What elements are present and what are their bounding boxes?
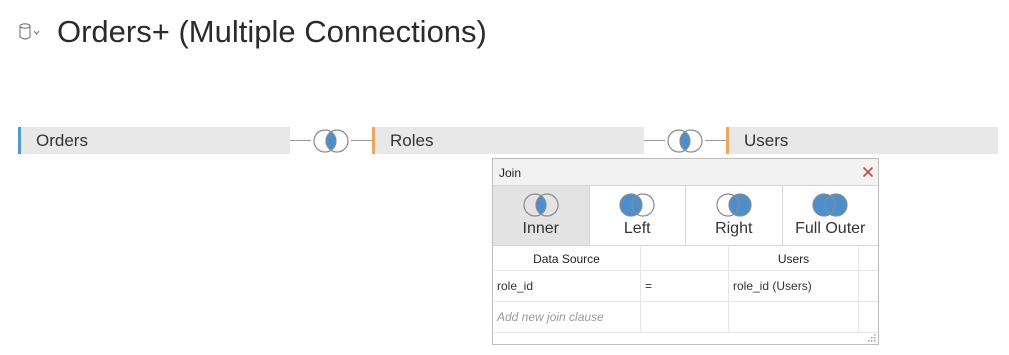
table-pill-orders[interactable]: Orders <box>18 127 290 154</box>
inner-join-icon[interactable] <box>665 127 705 155</box>
join-dialog-title: Join <box>499 166 522 180</box>
empty-cell <box>729 302 859 332</box>
add-join-clause-row[interactable]: Add new join clause <box>493 302 878 333</box>
join-type-selector: Inner Left Right Full Outer <box>493 186 878 246</box>
add-join-clause-input[interactable]: Add new join clause <box>493 302 641 332</box>
inner-join-icon[interactable] <box>311 127 351 155</box>
table-pill-users[interactable]: Users <box>726 127 998 154</box>
join-clause-row[interactable]: role_id = role_id (Users) <box>493 271 878 302</box>
join-type-left[interactable]: Left <box>590 186 686 245</box>
join-type-label: Left <box>623 220 651 237</box>
column-header-spacer <box>859 247 878 270</box>
database-icon[interactable] <box>19 22 43 42</box>
empty-cell <box>641 302 729 332</box>
resize-grip-icon[interactable] <box>867 333 877 343</box>
left-join-icon <box>619 193 655 217</box>
join-type-right[interactable]: Right <box>686 186 783 245</box>
clause-header-row: Data Source Users <box>493 247 878 271</box>
empty-cell <box>859 302 878 332</box>
full-outer-join-icon <box>812 193 848 217</box>
right-join-icon <box>716 193 752 217</box>
join-type-label: Full Outer <box>795 220 866 237</box>
join-dialog: Join Inner Left Right Full Outer Data So… <box>492 158 879 345</box>
join-type-label: Right <box>715 220 753 237</box>
join-dialog-header: Join <box>493 159 878 186</box>
table-pill-roles[interactable]: Roles <box>372 127 644 154</box>
join-type-inner[interactable]: Inner <box>493 186 590 245</box>
join-type-full-outer[interactable]: Full Outer <box>783 186 879 245</box>
join-clause-grid: Data Source Users role_id = role_id (Use… <box>493 247 878 333</box>
clause-left-field[interactable]: role_id <box>493 271 641 301</box>
inner-join-icon <box>523 193 559 217</box>
join-type-label: Inner <box>522 220 559 237</box>
column-header-operator <box>641 247 729 270</box>
clause-operator[interactable]: = <box>641 271 729 301</box>
clause-right-field[interactable]: role_id (Users) <box>729 271 859 301</box>
page-title[interactable]: Orders+ (Multiple Connections) <box>57 13 487 51</box>
clause-row-spacer <box>859 271 878 301</box>
close-icon[interactable] <box>862 166 874 178</box>
column-header-users[interactable]: Users <box>729 247 859 270</box>
column-header-data-source[interactable]: Data Source <box>493 247 641 270</box>
